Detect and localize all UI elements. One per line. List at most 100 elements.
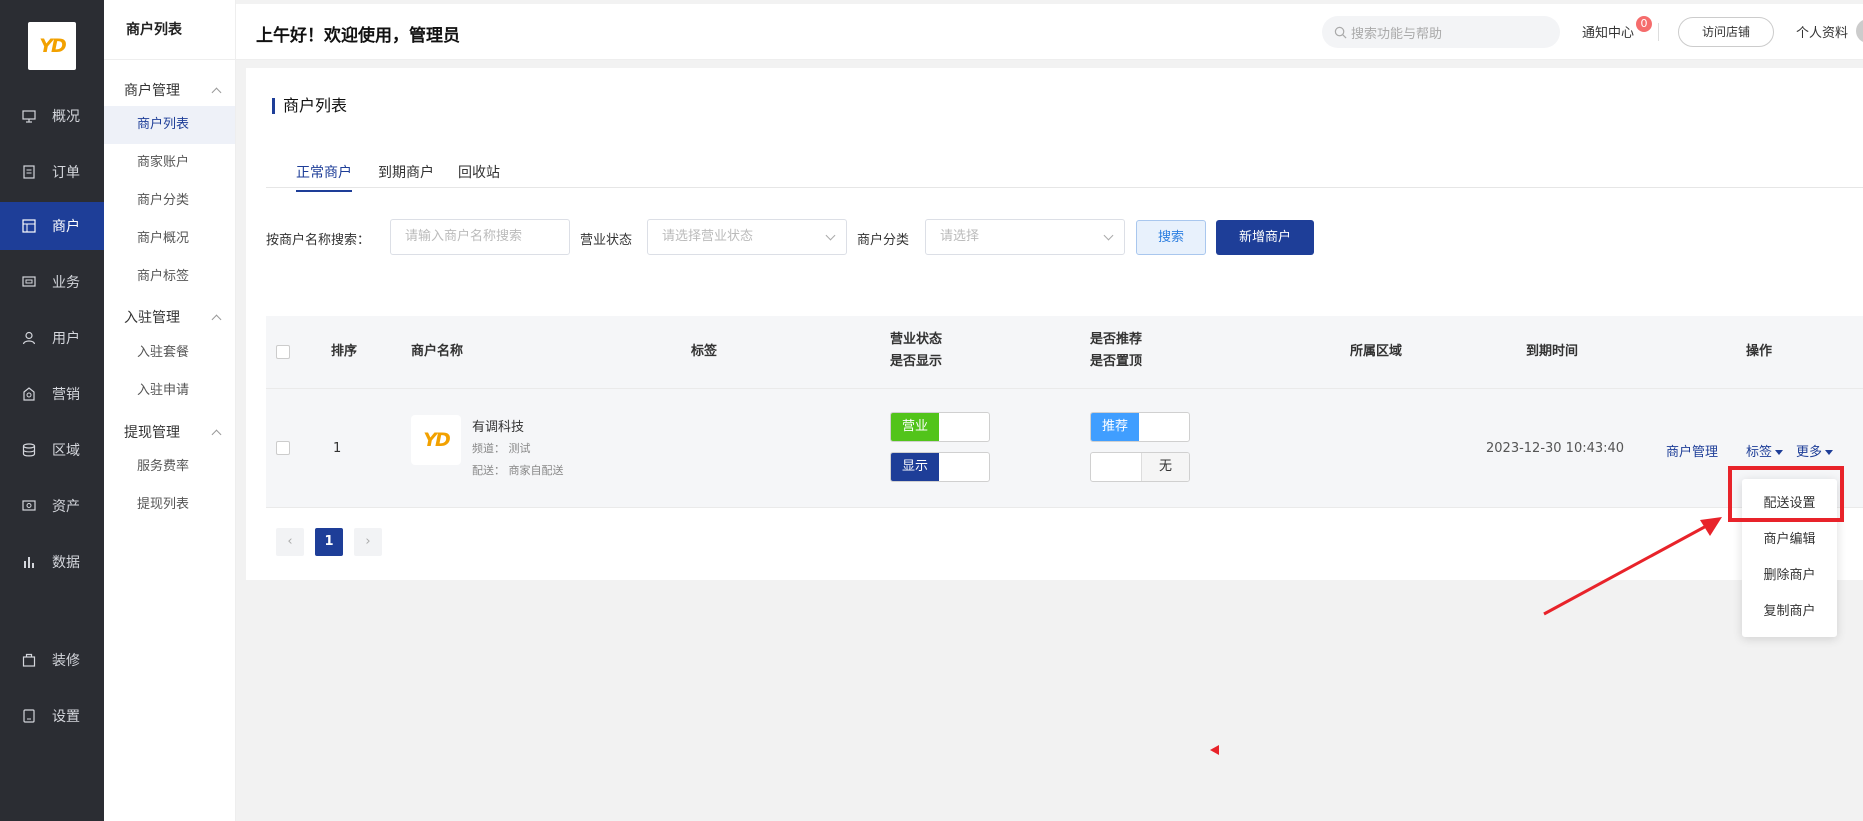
page-title: 商户列表 bbox=[272, 98, 347, 114]
merchant-name: 有调科技 bbox=[472, 420, 525, 435]
merchant-manage-link[interactable]: 商户管理 bbox=[1666, 441, 1718, 460]
group-title-label: 商户管理 bbox=[124, 83, 180, 99]
merchant-delivery: 配送： 商家自配送 bbox=[472, 464, 564, 477]
sidebar-item-label: 订单 bbox=[52, 165, 80, 181]
sidebar-item-label: 用户 bbox=[52, 331, 80, 347]
chevron-up-icon bbox=[211, 429, 222, 439]
region-icon bbox=[22, 443, 36, 457]
sidebar-item-orders[interactable]: 订单 bbox=[0, 148, 104, 196]
merchant-name-input[interactable]: 请输入商户名称搜索 bbox=[390, 219, 570, 255]
sidebar-item-label: 商户 bbox=[52, 219, 80, 235]
annotation-highlight-box bbox=[1728, 466, 1844, 522]
top-header: 上午好！欢迎使用，管理员 搜索功能与帮助 通知中心 0 访问店铺 个人资料 bbox=[236, 4, 1863, 60]
main-sidebar: YD 概况 订单 商户 业务 用户 营销 区域 资产 数据 装修 设置 bbox=[0, 0, 104, 821]
subnav-item-onboarding-packages[interactable]: 入驻套餐 bbox=[104, 334, 235, 372]
annotation-arrow-icon bbox=[1543, 517, 1722, 616]
subnav-item-merchant-category[interactable]: 商户分类 bbox=[104, 182, 235, 220]
tag-link-label: 标签 bbox=[1746, 445, 1773, 460]
sidebar-item-overview[interactable]: 概况 bbox=[0, 92, 104, 140]
header-divider bbox=[1658, 23, 1659, 41]
sidebar-item-marketing[interactable]: 营销 bbox=[0, 370, 104, 418]
status-select-placeholder: 请选择营业状态 bbox=[662, 229, 754, 244]
subnav-item-merchant-accounts[interactable]: 商家账户 bbox=[104, 144, 235, 182]
tab-expired-merchants[interactable]: 到期商户 bbox=[378, 162, 434, 190]
prev-page-button[interactable]: ‹ bbox=[276, 528, 304, 556]
tag-dropdown-link[interactable]: 标签 bbox=[1746, 441, 1784, 460]
sidebar-item-business[interactable]: 业务 bbox=[0, 258, 104, 306]
marketing-icon bbox=[22, 387, 36, 401]
chevron-down-icon bbox=[825, 230, 836, 241]
col-recommend-line1: 是否推荐 bbox=[1090, 332, 1143, 347]
logo-mark: YD bbox=[39, 35, 66, 57]
caret-left-marker-icon bbox=[1210, 745, 1219, 755]
group-withdrawal-management[interactable]: 提现管理 bbox=[124, 422, 224, 442]
global-search-input[interactable]: 搜索功能与帮助 bbox=[1322, 16, 1560, 48]
more-link-label: 更多 bbox=[1796, 445, 1823, 460]
add-merchant-button[interactable]: 新增商户 bbox=[1216, 220, 1314, 255]
sidebar-item-label: 概况 bbox=[52, 109, 80, 125]
col-status-line2: 是否显示 bbox=[890, 354, 943, 369]
main-content-card: 商户列表 正常商户 到期商户 回收站 按商户名称搜索： 请输入商户名称搜索 营业… bbox=[246, 68, 1863, 580]
profile-link[interactable]: 个人资料 bbox=[1796, 22, 1848, 41]
subnav-item-merchant-overview[interactable]: 商户概况 bbox=[104, 220, 235, 258]
col-area: 所属区域 bbox=[1350, 344, 1403, 359]
sidebar-item-assets[interactable]: 资产 bbox=[0, 482, 104, 530]
sidebar-item-decoration[interactable]: 装修 bbox=[0, 636, 104, 684]
merchant-tabs: 正常商户 到期商户 回收站 bbox=[266, 152, 1863, 192]
more-dropdown-link[interactable]: 更多 bbox=[1796, 441, 1834, 460]
subnav-item-service-rate[interactable]: 服务费率 bbox=[104, 448, 235, 486]
select-all-checkbox[interactable] bbox=[276, 345, 290, 359]
sidebar-item-label: 业务 bbox=[52, 275, 80, 291]
name-search-label: 按商户名称搜索： bbox=[266, 233, 371, 248]
business-status-switch[interactable]: 营业 bbox=[890, 412, 990, 442]
menu-item-delete-merchant[interactable]: 删除商户 bbox=[1742, 564, 1837, 583]
sidebar-item-region[interactable]: 区域 bbox=[0, 426, 104, 474]
recommend-switch[interactable]: 推荐 bbox=[1090, 412, 1190, 442]
table-row: 1 YD 有调科技 频道： 测试 配送： 商家自配送 营业 显示 推荐 无 20… bbox=[266, 388, 1863, 508]
pin-top-switch[interactable]: 无 bbox=[1090, 452, 1190, 482]
menu-item-copy-merchant[interactable]: 复制商户 bbox=[1742, 600, 1837, 619]
col-expire: 到期时间 bbox=[1526, 344, 1579, 359]
page-1-button[interactable]: 1 bbox=[315, 528, 343, 556]
sidebar-item-settings[interactable]: 设置 bbox=[0, 692, 104, 740]
sidebar-item-label: 设置 bbox=[52, 709, 80, 725]
display-switch[interactable]: 显示 bbox=[890, 452, 990, 482]
group-merchant-management[interactable]: 商户管理 bbox=[124, 80, 224, 100]
switch-on-label: 显示 bbox=[891, 453, 939, 481]
merchant-logo-mark: YD bbox=[423, 429, 450, 451]
group-onboarding-management[interactable]: 入驻管理 bbox=[124, 307, 224, 327]
merchant-channel: 频道： 测试 bbox=[472, 442, 531, 455]
subnav-item-merchant-list[interactable]: 商户列表 bbox=[104, 106, 235, 144]
merchant-category-select[interactable]: 请选择 bbox=[925, 219, 1125, 255]
sidebar-item-data[interactable]: 数据 bbox=[0, 538, 104, 586]
col-tag: 标签 bbox=[691, 344, 718, 359]
switch-on-label: 推荐 bbox=[1091, 413, 1139, 441]
expire-time: 2023-12-30 10:43:40 bbox=[1486, 441, 1625, 456]
business-status-label: 营业状态 bbox=[580, 233, 633, 248]
decoration-icon bbox=[22, 653, 36, 667]
app-logo[interactable]: YD bbox=[28, 22, 76, 70]
col-status-line1: 营业状态 bbox=[890, 332, 943, 347]
asset-icon bbox=[22, 499, 36, 513]
subnav-item-onboarding-applications[interactable]: 入驻申请 bbox=[104, 372, 235, 410]
subnav-item-withdrawal-list[interactable]: 提现列表 bbox=[104, 486, 235, 524]
menu-item-edit-merchant[interactable]: 商户编辑 bbox=[1742, 528, 1837, 547]
search-placeholder: 搜索功能与帮助 bbox=[1351, 26, 1443, 42]
notification-center-link[interactable]: 通知中心 bbox=[1582, 22, 1634, 41]
tab-normal-merchants[interactable]: 正常商户 bbox=[296, 162, 352, 192]
subnav-item-merchant-tags[interactable]: 商户标签 bbox=[104, 258, 235, 296]
notification-badge: 0 bbox=[1636, 16, 1652, 32]
search-icon bbox=[1334, 26, 1347, 38]
visit-store-button[interactable]: 访问店铺 bbox=[1678, 17, 1774, 47]
avatar[interactable] bbox=[1856, 19, 1863, 43]
business-status-select[interactable]: 请选择营业状态 bbox=[647, 219, 847, 255]
row-checkbox[interactable] bbox=[276, 441, 290, 455]
caret-down-icon bbox=[1825, 450, 1834, 455]
tab-recycle-bin[interactable]: 回收站 bbox=[458, 162, 500, 190]
caret-down-icon bbox=[1775, 450, 1784, 455]
search-button[interactable]: 搜索 bbox=[1136, 220, 1206, 255]
sidebar-item-users[interactable]: 用户 bbox=[0, 314, 104, 362]
sidebar-item-merchants[interactable]: 商户 bbox=[0, 202, 104, 250]
next-page-button[interactable]: › bbox=[354, 528, 382, 556]
switch-off-label: 无 bbox=[1141, 453, 1189, 481]
